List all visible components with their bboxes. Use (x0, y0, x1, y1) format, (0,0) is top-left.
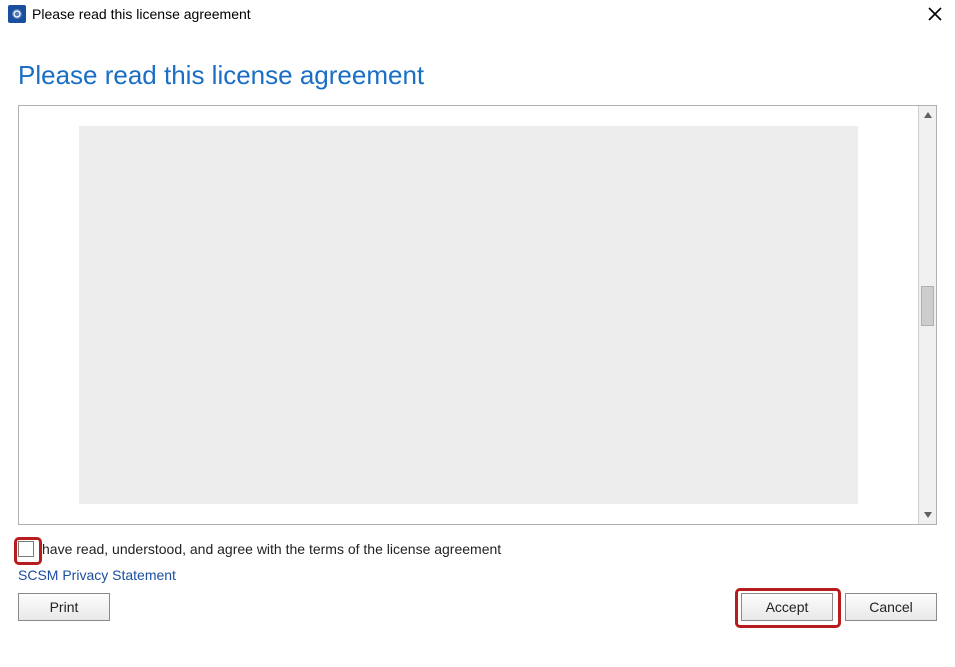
app-icon (8, 5, 26, 23)
titlebar-text: Please read this license agreement (32, 6, 251, 22)
scroll-thumb[interactable] (921, 286, 934, 326)
cancel-button[interactable]: Cancel (845, 593, 937, 621)
scroll-down-arrow[interactable] (919, 506, 936, 524)
page-heading: Please read this license agreement (18, 60, 937, 91)
right-button-group: Accept Cancel (741, 593, 937, 621)
scroll-up-arrow[interactable] (919, 106, 936, 124)
license-text-inner (79, 126, 858, 504)
license-text-content (19, 106, 918, 524)
main-content: Please read this license agreement have … (0, 28, 955, 631)
print-button[interactable]: Print (18, 593, 110, 621)
accept-button[interactable]: Accept (741, 593, 833, 621)
agree-checkbox[interactable] (18, 541, 34, 557)
scrollbar[interactable] (918, 106, 936, 524)
titlebar: Please read this license agreement (0, 0, 955, 28)
close-button[interactable] (923, 2, 947, 26)
privacy-statement-link[interactable]: SCSM Privacy Statement (18, 567, 176, 583)
button-row: Print Accept Cancel (18, 593, 937, 621)
agree-checkbox-row: have read, understood, and agree with th… (18, 541, 937, 557)
agree-checkbox-label: have read, understood, and agree with th… (42, 541, 501, 557)
license-text-area (18, 105, 937, 525)
